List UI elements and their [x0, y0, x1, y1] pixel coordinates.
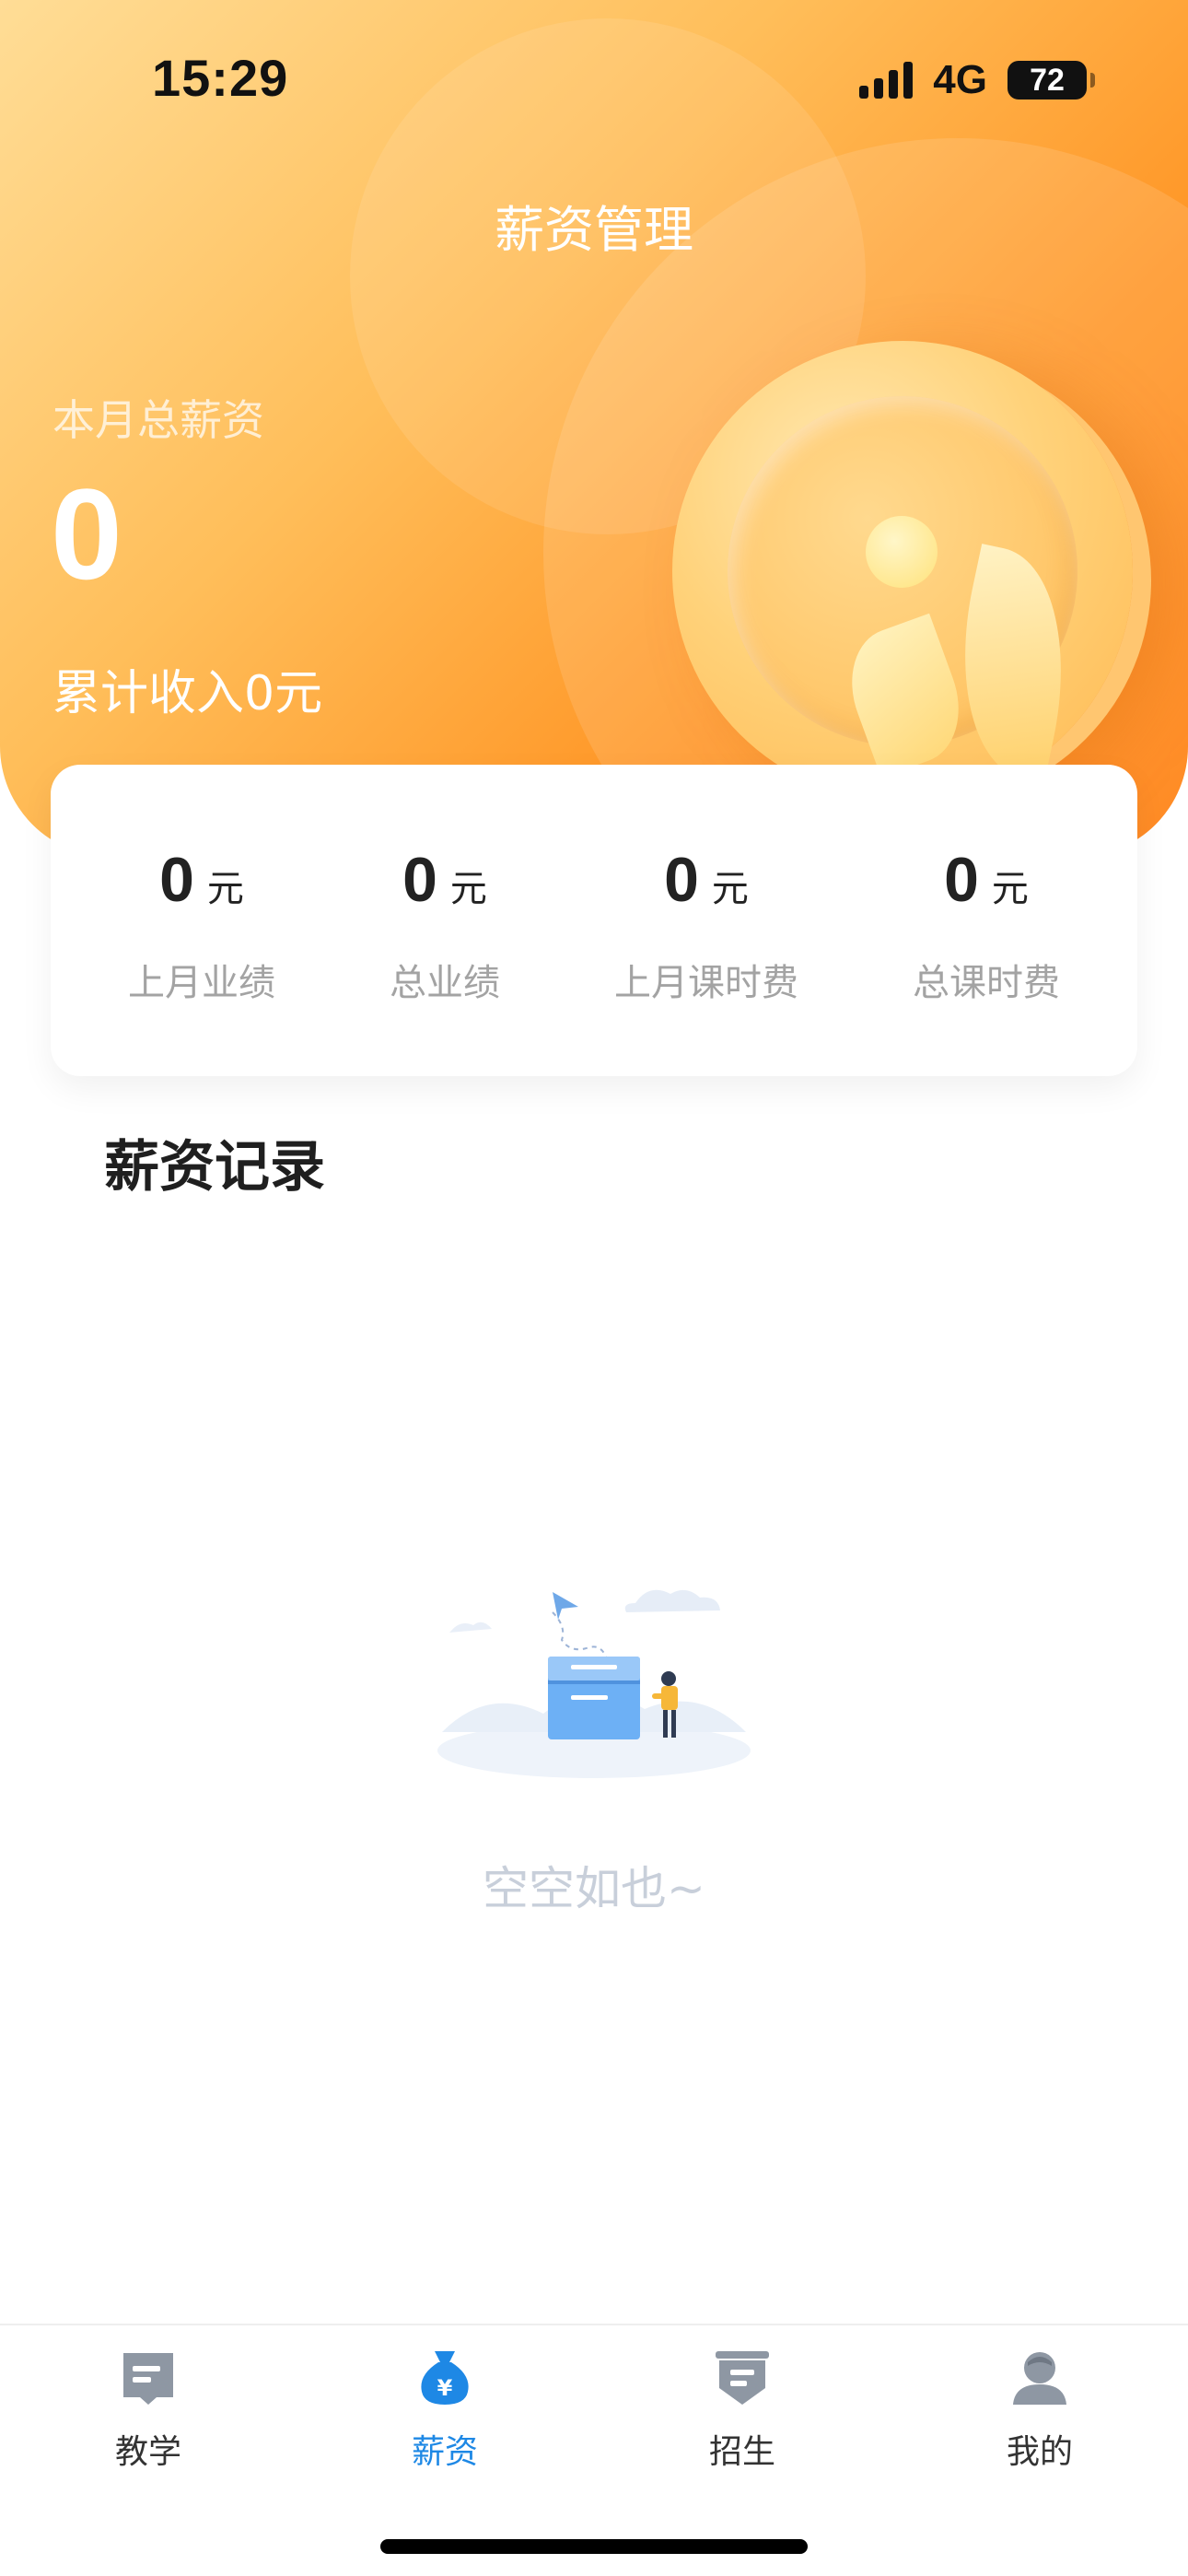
- stat-value: 0: [402, 845, 437, 915]
- tab-salary[interactable]: ¥ 薪资: [353, 2348, 537, 2473]
- enrollment-icon: [716, 2351, 769, 2405]
- network-type: 4G: [933, 57, 987, 102]
- profile-icon: [1013, 2352, 1066, 2405]
- stat-last-month-class-fee[interactable]: 0 元 上月课时费: [568, 844, 844, 1006]
- cellular-signal-icon: [859, 62, 914, 99]
- empty-box-illustration: [437, 1589, 751, 1778]
- screen: 15:29 4G 72 薪资管理 本月总薪资 0 累计收入0元 0 元 上月业绩: [0, 0, 1188, 2576]
- salary-records-title: 薪资记录: [104, 1135, 325, 1200]
- coin-leaf-left: [833, 613, 977, 779]
- teaching-icon: [123, 2353, 173, 2405]
- status-indicators: 4G 72: [859, 57, 1095, 103]
- stats-card: 0 元 上月业绩 0 元 总业绩 0 元 上月课时费 0 元 总课时费: [51, 765, 1137, 1076]
- tab-label: 我的: [1006, 2433, 1073, 2471]
- home-indicator[interactable]: [380, 2539, 808, 2554]
- stat-label: 上月业绩: [128, 962, 275, 1004]
- stat-unit: 元: [449, 868, 487, 910]
- stat-last-month-performance[interactable]: 0 元 上月业绩: [64, 844, 340, 1006]
- stat-unit: 元: [991, 868, 1029, 910]
- stat-total-performance[interactable]: 0 元 总业绩: [307, 844, 583, 1006]
- monthly-salary-value: 0: [51, 462, 122, 606]
- coin-illustration: [672, 341, 1133, 802]
- svg-text:¥: ¥: [437, 2375, 453, 2401]
- stat-value: 0: [664, 845, 699, 915]
- empty-state-text: 空空如也~: [483, 1862, 705, 1915]
- bottom-tab-bar: 教学 ¥ 薪资 招生 我的: [0, 2324, 1188, 2576]
- tab-label: 招生: [708, 2433, 775, 2471]
- stat-total-class-fee[interactable]: 0 元 总课时费: [848, 844, 1124, 1006]
- battery-icon: 72: [1007, 61, 1095, 100]
- tab-teaching[interactable]: 教学: [56, 2348, 240, 2473]
- stat-value: 0: [944, 845, 979, 915]
- battery-level: 72: [1030, 62, 1065, 98]
- tab-label: 薪资: [411, 2433, 478, 2471]
- cumulative-income: 累计收入0元: [52, 666, 323, 721]
- tab-profile[interactable]: 我的: [948, 2348, 1132, 2473]
- stat-value: 0: [159, 845, 194, 915]
- monthly-salary-label: 本月总薪资: [52, 395, 264, 445]
- stat-unit: 元: [206, 868, 244, 910]
- coin-dot: [866, 516, 938, 588]
- stat-label: 总课时费: [913, 962, 1060, 1004]
- stat-unit: 元: [711, 868, 749, 910]
- stat-label: 总业绩: [390, 962, 500, 1004]
- status-time: 15:29: [152, 49, 289, 107]
- header-banner: 15:29 4G 72 薪资管理 本月总薪资 0 累计收入0元: [0, 0, 1188, 857]
- stat-label: 上月课时费: [614, 962, 798, 1004]
- tab-enrollment[interactable]: 招生: [650, 2348, 834, 2473]
- tab-label: 教学: [114, 2433, 181, 2471]
- money-bag-icon: ¥: [421, 2351, 469, 2405]
- coin-face: [728, 396, 1090, 783]
- page-title: 薪资管理: [495, 201, 693, 259]
